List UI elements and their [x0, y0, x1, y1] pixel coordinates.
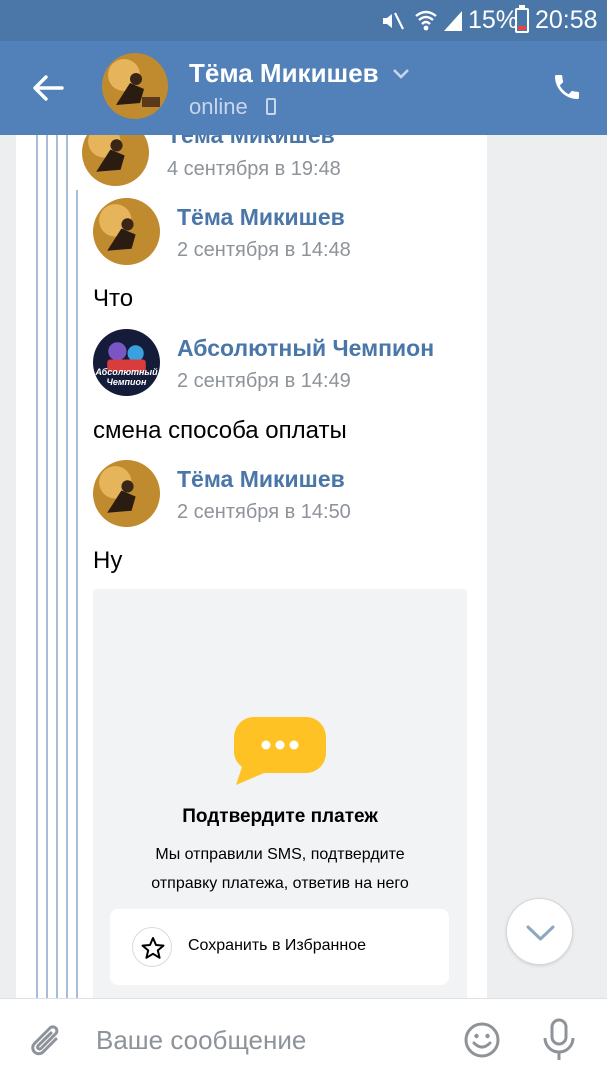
- thread-line: [66, 135, 68, 998]
- chat-title[interactable]: Тёма Микишев: [189, 58, 379, 89]
- phone-icon: [266, 98, 276, 115]
- author-name[interactable]: Тёма Микишев: [167, 135, 335, 149]
- attach-icon[interactable]: [28, 1021, 66, 1061]
- mic-icon[interactable]: [541, 1018, 577, 1062]
- thread-line: [56, 135, 58, 998]
- message-composer: [0, 998, 607, 1080]
- online-status: online: [189, 94, 248, 119]
- emoji-icon[interactable]: [463, 1021, 501, 1059]
- message-text: Что: [93, 285, 134, 312]
- battery-percent: 15%: [468, 6, 519, 34]
- message-text: Ну: [93, 547, 123, 574]
- star-icon: [132, 927, 172, 967]
- back-arrow-icon[interactable]: [30, 70, 66, 106]
- card-title: Подтвердите платеж: [182, 806, 378, 827]
- card-description: Мы отправили SMS, подтвердите отправку п…: [151, 846, 409, 892]
- avatar[interactable]: Абсолютный Чемпион: [93, 329, 160, 396]
- status-bar: 15% 20:58: [0, 0, 607, 41]
- payment-card[interactable]: Подтвердите платеж Мы отправили SMS, под…: [93, 589, 467, 998]
- clock: 20:58: [535, 6, 598, 34]
- message-time: 2 сентября в 14:48: [177, 239, 351, 261]
- message-time: 2 сентября в 14:49: [177, 370, 351, 392]
- avatar-caption: Абсолютный Чемпион: [95, 367, 158, 387]
- signal-icon: [444, 11, 462, 31]
- chevron-down-icon[interactable]: [392, 68, 410, 80]
- message-text: смена способа оплаты: [93, 417, 347, 444]
- avatar[interactable]: [102, 53, 168, 119]
- message-list[interactable]: Тёма Микишев 4 сентября в 19:48 Тёма Мик…: [0, 135, 607, 998]
- thread-line: [76, 190, 78, 998]
- chat-bubble-icon: [234, 717, 326, 785]
- message-input[interactable]: [96, 1023, 436, 1057]
- mute-icon: [383, 12, 404, 30]
- message-time: 4 сентября в 19:48: [167, 158, 341, 180]
- avatar[interactable]: [93, 460, 160, 527]
- scroll-down-icon: [526, 925, 555, 941]
- avatar[interactable]: [93, 198, 160, 265]
- battery-icon: [515, 5, 529, 33]
- chat-header: Тёма Микишев online: [0, 41, 607, 135]
- thread-line: [46, 135, 48, 998]
- scroll-down-button[interactable]: [506, 898, 573, 965]
- save-to-favorites-button[interactable]: Сохранить в Избранное: [110, 909, 449, 985]
- save-to-favorites-label: Сохранить в Избранное: [188, 937, 366, 954]
- thread-line: [36, 135, 38, 998]
- message-time: 2 сентября в 14:50: [177, 501, 351, 523]
- author-name[interactable]: Тёма Микишев: [177, 466, 345, 493]
- author-name[interactable]: Абсолютный Чемпион: [177, 335, 434, 362]
- call-icon[interactable]: [551, 71, 583, 103]
- wifi-icon: [415, 10, 437, 31]
- author-name[interactable]: Тёма Микишев: [177, 204, 345, 231]
